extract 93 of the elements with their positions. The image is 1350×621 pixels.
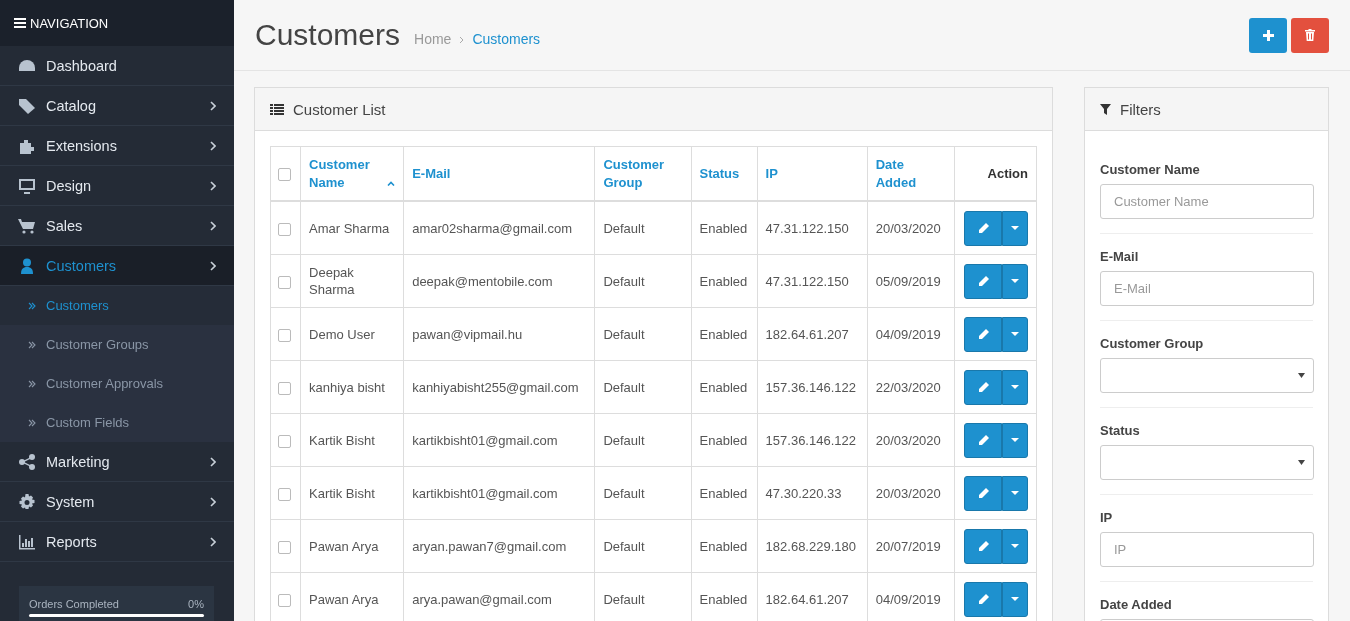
table-cell: Kartik Bisht [309, 432, 375, 448]
nav-item[interactable]: Reports [0, 522, 234, 562]
table-cell: pawan@vipmail.hu [412, 326, 523, 342]
table-cell: aryan.pawan7@gmail.com [412, 538, 567, 554]
table-cell: Pawan Arya [309, 591, 379, 607]
field-label: Status [1100, 423, 1141, 438]
table-cell: 04/09/2019 [875, 326, 941, 342]
nav-label: System [46, 493, 96, 510]
table-cell: Default [603, 432, 645, 448]
table-cell: deepak@mentobile.com [412, 273, 553, 289]
table-cell: Enabled [699, 326, 748, 342]
nav-label: Customers [46, 257, 118, 274]
nav-label: Extensions [46, 137, 118, 154]
table-cell: Default [603, 538, 645, 554]
table-cell: 182.68.229.180 [765, 538, 856, 554]
table-cell: Enabled [699, 379, 748, 395]
nav-item[interactable]: Customers [0, 246, 234, 286]
nav-subitem[interactable]: Customer Groups [0, 325, 234, 364]
nav-subitem-label: Customer Groups [46, 337, 149, 352]
table-cell: kartikbisht01@gmail.com [412, 485, 558, 501]
nav-item[interactable]: System [0, 482, 234, 522]
nav-label: Marketing [46, 453, 111, 470]
table-cell: 157.36.146.122 [765, 432, 856, 448]
nav-subitem-label: Customer Approvals [46, 376, 164, 391]
field-label: Date Added [1100, 597, 1173, 612]
breadcrumb-link[interactable]: Customers [472, 31, 541, 47]
table-cell: Enabled [699, 485, 748, 501]
panel-title: Filters [1120, 100, 1161, 118]
table-cell: kanhiyabisht255@gmail.com [412, 379, 579, 395]
table-cell: 47.31.122.150 [765, 220, 849, 236]
panel-title: Customer List [293, 100, 386, 118]
table-cell: Enabled [699, 591, 748, 607]
table-cell: arya.pawan@gmail.com [412, 591, 552, 607]
nav-item[interactable]: Catalog [0, 86, 234, 126]
column-header: Action [987, 164, 1028, 183]
nav-subitem-label: Customers [46, 298, 109, 313]
table-cell: Default [603, 379, 645, 395]
table-cell: Default [603, 485, 645, 501]
input-field[interactable]: E-Mail [1100, 271, 1314, 306]
nav-subitem[interactable]: Customers [0, 286, 234, 325]
table-cell: 20/03/2020 [875, 432, 941, 448]
table-cell: Amar Sharma [309, 220, 390, 236]
input-field[interactable]: Customer Name [1100, 184, 1314, 219]
table-cell: Deepak Sharma [309, 265, 355, 297]
nav-subitem-label: Custom Fields [46, 415, 130, 430]
nav-label: Design [46, 177, 93, 194]
field-label: E-Mail [1100, 249, 1140, 264]
field-label: Customer Name [1100, 162, 1201, 177]
table-cell: Enabled [699, 273, 748, 289]
table-cell: Default [603, 273, 645, 289]
table-cell: Kartik Bisht [309, 485, 375, 501]
table-cell: Default [603, 326, 645, 342]
table-cell: Demo User [309, 326, 375, 342]
table-cell: 182.64.61.207 [765, 326, 849, 342]
nav-item[interactable]: Marketing [0, 442, 234, 482]
table-cell: Default [603, 591, 645, 607]
breadcrumb-link[interactable]: Home [414, 31, 452, 47]
table-cell: 47.31.122.150 [765, 273, 849, 289]
progress-label: Orders Completed [29, 598, 119, 610]
nav-subitem[interactable]: Custom Fields [0, 403, 234, 442]
table-cell: 47.30.220.33 [765, 485, 842, 501]
field-label: IP [1100, 510, 1114, 525]
table-cell: 20/07/2019 [875, 538, 941, 554]
nav-label: Sales [46, 217, 84, 234]
table-cell: amar02sharma@gmail.com [412, 220, 572, 236]
table-cell: 157.36.146.122 [765, 379, 856, 395]
nav-label: Reports [46, 533, 98, 550]
table-cell: kartikbisht01@gmail.com [412, 432, 558, 448]
nav-item[interactable]: Extensions [0, 126, 234, 166]
table-cell: 182.64.61.207 [765, 591, 849, 607]
table-cell: Enabled [699, 220, 748, 236]
table-cell: Enabled [699, 538, 748, 554]
input-field[interactable]: IP [1100, 532, 1314, 567]
nav-subitem[interactable]: Customer Approvals [0, 364, 234, 403]
table-cell: 22/03/2020 [875, 379, 941, 395]
nav-item[interactable]: Dashboard [0, 46, 234, 86]
table-cell: Pawan Arya [309, 538, 379, 554]
column-header-link[interactable]: E-Mail [412, 164, 451, 183]
column-header-link[interactable]: IP [765, 164, 778, 183]
table-cell: 05/09/2019 [875, 273, 941, 289]
table-cell: 20/03/2020 [875, 220, 941, 236]
navigation-title: NAVIGATION [30, 15, 109, 31]
table-cell: Default [603, 220, 645, 236]
page-title: Customers [255, 18, 401, 52]
progress-reading: 0% [188, 598, 204, 610]
table-cell: Enabled [699, 432, 748, 448]
nav-item[interactable]: Design [0, 166, 234, 206]
table-cell: 04/09/2019 [875, 591, 941, 607]
field-label: Customer Group [1100, 336, 1205, 351]
table-cell: 20/03/2020 [875, 485, 941, 501]
table-cell: kanhiya bisht [309, 379, 385, 395]
nav-label: Dashboard [46, 57, 118, 74]
nav-label: Catalog [46, 97, 97, 114]
